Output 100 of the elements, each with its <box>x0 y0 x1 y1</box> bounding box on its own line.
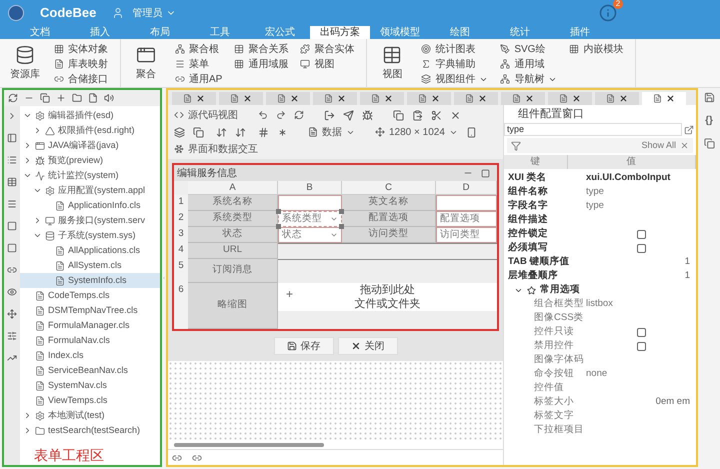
paste-icon[interactable] <box>412 110 423 120</box>
plus-icon[interactable] <box>56 93 66 103</box>
ribbon-button[interactable]: 菜单 <box>175 57 222 71</box>
undo-icon[interactable] <box>258 110 268 120</box>
editor-tab[interactable] <box>266 92 310 105</box>
input-field[interactable] <box>278 195 342 211</box>
asterisk-icon[interactable] <box>277 126 288 138</box>
tree-item[interactable]: SystemInfo.cls <box>20 273 160 288</box>
show-all-button[interactable]: Show All <box>641 138 676 152</box>
ribbon-button[interactable]: 库表映射 <box>54 57 108 71</box>
copy-icon[interactable] <box>40 93 50 103</box>
eye-icon[interactable] <box>7 287 17 297</box>
trend-icon[interactable] <box>7 353 17 363</box>
tree-item[interactable]: testSearch(testSearch) <box>20 423 160 438</box>
ribbon-button[interactable]: 内嵌模块 <box>569 42 624 56</box>
ribbon-button[interactable]: 聚合根 <box>175 42 222 56</box>
copy-icon[interactable] <box>393 110 404 120</box>
link-icon[interactable] <box>192 452 202 462</box>
sort-down-icon[interactable] <box>235 126 246 138</box>
speaker-icon[interactable] <box>104 93 114 103</box>
export-icon[interactable] <box>324 110 335 120</box>
editor-tab[interactable] <box>501 92 545 105</box>
tree-item[interactable]: SystemNav.cls <box>20 378 160 393</box>
tree-item[interactable]: AllApplications.cls <box>20 243 160 258</box>
editor-tab[interactable] <box>407 92 451 105</box>
sort-up-icon[interactable] <box>216 126 227 138</box>
square-icon[interactable] <box>7 221 17 231</box>
checkbox[interactable] <box>636 342 646 351</box>
filter-icon[interactable] <box>511 140 521 150</box>
save-icon[interactable] <box>704 92 714 103</box>
square-icon[interactable] <box>7 243 17 253</box>
ribbon-button[interactable]: 聚合实体 <box>300 42 354 56</box>
ribbon-button[interactable]: 统计图表 <box>421 42 488 56</box>
tree-item[interactable]: 统计监控(system) <box>20 168 160 183</box>
phone-icon[interactable] <box>466 126 477 138</box>
resize-handle[interactable] <box>276 209 281 214</box>
link-icon[interactable] <box>7 265 17 275</box>
tree-item[interactable]: 权限插件(esd.right) <box>20 123 160 138</box>
upload-area[interactable]: + 拖动到此处 文件或文件夹 <box>278 283 497 311</box>
sliders-icon[interactable] <box>7 331 17 341</box>
tree-item[interactable]: FormulaNav.cls <box>20 333 160 348</box>
ribbon-large-button[interactable]: 视图 <box>375 44 410 82</box>
search-field[interactable]: type <box>504 123 682 136</box>
grid-icon[interactable] <box>258 126 269 138</box>
ribbon-large-button[interactable]: 资源库 <box>8 44 42 82</box>
delete-icon[interactable] <box>450 110 461 120</box>
resize-handle[interactable] <box>339 224 344 229</box>
scrollbar-thumb[interactable] <box>174 443 324 447</box>
checkbox[interactable] <box>636 244 646 253</box>
tree-item[interactable]: CodeTemps.cls <box>20 288 160 303</box>
tree-item[interactable]: Index.cls <box>20 348 160 363</box>
editor-tab[interactable] <box>642 92 686 105</box>
tree-item[interactable]: ServiceBeanNav.cls <box>20 363 160 378</box>
popout-icon[interactable] <box>684 124 694 134</box>
tree-item[interactable]: 编辑器插件(esd) <box>20 108 160 123</box>
resize-handle[interactable] <box>276 224 281 229</box>
editor-tab[interactable] <box>360 92 404 105</box>
resolution-menu[interactable]: 1280 × 1024 <box>375 124 458 140</box>
ribbon-large-button[interactable]: 聚合 <box>129 44 163 82</box>
close-button[interactable]: 关闭 <box>338 337 398 355</box>
file-icon[interactable] <box>88 93 98 103</box>
close-icon[interactable] <box>680 141 689 150</box>
ribbon-button[interactable]: 通用域服 <box>234 57 288 71</box>
list-icon[interactable] <box>7 155 17 165</box>
ribbon-button[interactable]: 聚合关系 <box>234 42 288 56</box>
tree-item[interactable]: ViewTemps.cls <box>20 393 160 408</box>
resize-handle[interactable] <box>339 209 344 214</box>
input-field[interactable] <box>436 195 497 211</box>
ribbon-button[interactable]: 字典辅助 <box>421 57 488 71</box>
tree-item[interactable]: 本地测试(test) <box>20 408 160 423</box>
select-field[interactable]: 系统类型 <box>278 211 342 227</box>
input-field[interactable]: 配置选项 <box>436 211 497 227</box>
refresh-icon[interactable] <box>294 110 304 120</box>
redo-icon[interactable] <box>276 110 286 120</box>
tree-item[interactable]: FormulaManager.cls <box>20 318 160 333</box>
ribbon-button[interactable]: 视图 <box>300 57 354 71</box>
tree-item[interactable]: 应用配置(system.appl <box>20 183 160 198</box>
save-button[interactable]: 保存 <box>274 337 334 355</box>
interaction-button[interactable]: 界面和数据交互 <box>174 142 258 156</box>
editor-tab[interactable] <box>313 92 357 105</box>
code-toggle[interactable]: {} <box>705 113 713 128</box>
ribbon-button[interactable]: 实体对象 <box>54 42 108 56</box>
editor-tab[interactable] <box>219 92 263 105</box>
folder-icon[interactable] <box>72 93 82 103</box>
tree-item[interactable]: DSMTempNavTree.cls <box>20 303 160 318</box>
link-icon[interactable] <box>172 452 182 462</box>
ribbon-button[interactable]: 导航树 <box>500 72 558 86</box>
ribbon-button[interactable]: 通用域 <box>500 57 558 71</box>
cut-icon[interactable] <box>431 110 442 120</box>
send-back-icon[interactable] <box>193 126 204 138</box>
menu-icon[interactable] <box>7 199 17 209</box>
editor-tab[interactable] <box>172 92 216 105</box>
editor-tab[interactable] <box>595 92 639 105</box>
select-field[interactable]: 状态 <box>278 227 342 243</box>
maximize-icon[interactable] <box>481 168 490 178</box>
checkbox[interactable] <box>636 230 646 239</box>
bring-front-icon[interactable] <box>174 126 185 138</box>
tree-item[interactable]: 服务接口(system.serv <box>20 213 160 228</box>
bug-icon[interactable] <box>362 110 373 120</box>
data-menu[interactable]: 数据 <box>308 124 355 140</box>
